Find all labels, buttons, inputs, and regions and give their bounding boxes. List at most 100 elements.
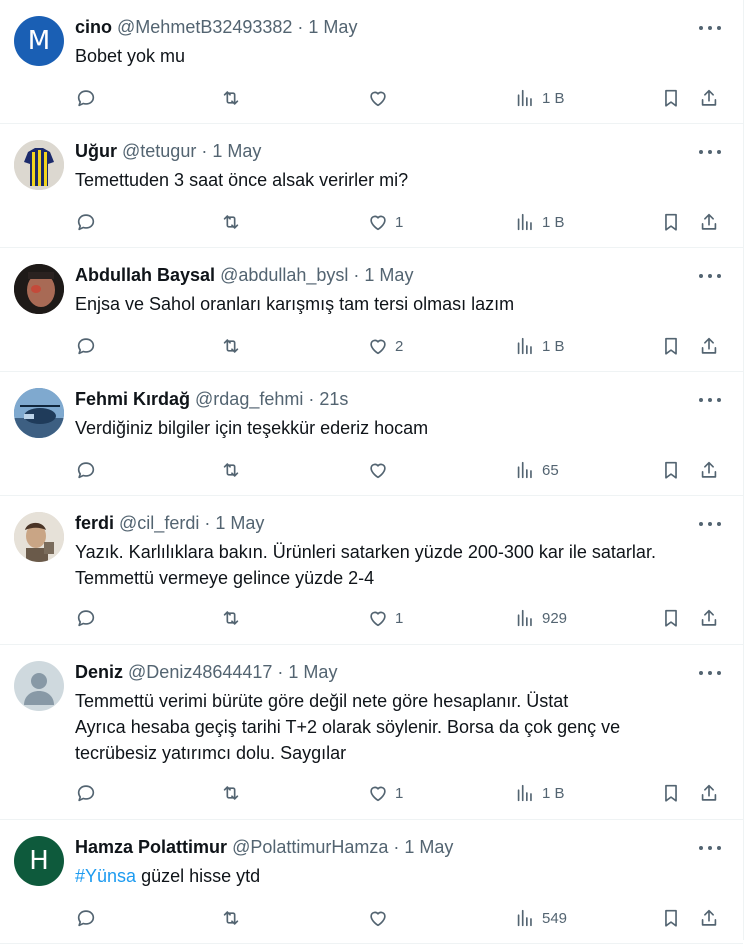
display-name[interactable]: Fehmi Kırdağ xyxy=(75,389,190,409)
more-options-button[interactable] xyxy=(699,390,721,410)
more-options-button[interactable] xyxy=(699,266,721,286)
reply-button[interactable] xyxy=(75,606,97,630)
tweet[interactable]: ferdi @cil_ferdi · 1 May Yazık. Karlılıkl… xyxy=(0,496,743,645)
tweet[interactable]: Abdullah Baysal @abdullah_bysl · 1 May En… xyxy=(0,248,743,372)
bookmark-button[interactable] xyxy=(660,334,682,358)
retweet-button[interactable] xyxy=(220,781,242,805)
tweet[interactable]: Fehmi Kırdağ @rdag_fehmi · 21s Verdiğiniz… xyxy=(0,372,743,496)
like-button[interactable] xyxy=(367,906,395,930)
display-name[interactable]: cino xyxy=(75,17,112,37)
display-name[interactable]: Uğur xyxy=(75,141,117,161)
timestamp[interactable]: 1 May xyxy=(288,662,337,682)
bookmark-button[interactable] xyxy=(660,606,682,630)
retweet-button[interactable] xyxy=(220,606,242,630)
share-button[interactable] xyxy=(698,606,720,630)
share-button[interactable] xyxy=(698,906,720,930)
display-name[interactable]: ferdi xyxy=(75,513,114,533)
user-handle[interactable]: @MehmetB32493382 xyxy=(117,17,292,37)
display-name[interactable]: Abdullah Baysal xyxy=(75,265,215,285)
share-button[interactable] xyxy=(698,86,720,110)
tweet[interactable]: Deniz @Deniz48644417 · 1 May Temmettü ver… xyxy=(0,645,743,820)
views-button[interactable]: 929 xyxy=(514,606,567,630)
like-button[interactable] xyxy=(367,86,395,110)
tweet-header: Uğur @tetugur · 1 May xyxy=(75,140,683,162)
user-handle[interactable]: @cil_ferdi xyxy=(119,513,199,533)
like-button[interactable]: 1 xyxy=(367,210,403,234)
timestamp[interactable]: 1 May xyxy=(215,513,264,533)
more-options-button[interactable] xyxy=(699,838,721,858)
more-options-button[interactable] xyxy=(699,18,721,38)
timestamp[interactable]: 1 May xyxy=(212,141,261,161)
tweet[interactable]: Uğur @tetugur · 1 May Temettuden 3 saat ö… xyxy=(0,124,743,248)
avatar[interactable] xyxy=(14,512,64,562)
avatar[interactable] xyxy=(14,661,64,711)
like-button[interactable]: 2 xyxy=(367,334,403,358)
share-button[interactable] xyxy=(698,458,720,482)
user-handle[interactable]: @Deniz48644417 xyxy=(128,662,272,682)
like-button[interactable]: 1 xyxy=(367,781,403,805)
retweet-button[interactable] xyxy=(220,210,242,234)
timestamp[interactable]: 1 May xyxy=(308,17,357,37)
hashtag-link[interactable]: #Yünsa xyxy=(75,866,136,886)
tweet-header: Abdullah Baysal @abdullah_bysl · 1 May xyxy=(75,264,683,286)
share-button[interactable] xyxy=(698,210,720,234)
reply-button[interactable] xyxy=(75,210,97,234)
like-icon xyxy=(370,91,386,107)
reply-button[interactable] xyxy=(75,334,97,358)
view-count: 1 B xyxy=(542,337,565,355)
timestamp[interactable]: 21s xyxy=(319,389,348,409)
reply-button[interactable] xyxy=(75,781,97,805)
reply-button[interactable] xyxy=(75,86,97,110)
bookmark-button[interactable] xyxy=(660,458,682,482)
views-button[interactable]: 549 xyxy=(514,906,567,930)
reply-button[interactable] xyxy=(75,458,97,482)
reply-button[interactable] xyxy=(75,906,97,930)
views-button[interactable]: 1 B xyxy=(514,210,565,234)
views-button[interactable]: 65 xyxy=(514,458,559,482)
views-button[interactable]: 1 B xyxy=(514,86,565,110)
user-handle[interactable]: @rdag_fehmi xyxy=(195,389,303,409)
retweet-button[interactable] xyxy=(220,86,242,110)
avatar[interactable] xyxy=(14,388,64,438)
bookmark-icon xyxy=(665,213,677,231)
share-button[interactable] xyxy=(698,781,720,805)
more-options-button[interactable] xyxy=(699,663,721,683)
like-icon xyxy=(370,339,386,355)
bookmark-button[interactable] xyxy=(660,906,682,930)
views-button[interactable]: 1 B xyxy=(514,781,565,805)
reply-icon xyxy=(77,785,95,802)
avatar[interactable] xyxy=(14,264,64,314)
tweet-text-content: Bobet yok mu xyxy=(75,46,186,66)
retweet-button[interactable] xyxy=(220,458,242,482)
display-name[interactable]: Deniz xyxy=(75,662,123,682)
more-options-button[interactable] xyxy=(699,142,721,162)
share-icon xyxy=(701,784,717,801)
reply-icon xyxy=(77,462,95,479)
timestamp[interactable]: 1 May xyxy=(404,837,453,857)
user-handle[interactable]: @abdullah_bysl xyxy=(220,265,348,285)
tweet-text-content: Enjsa ve Sahol oranları karışmış tam ter… xyxy=(75,294,515,314)
share-button[interactable] xyxy=(698,334,720,358)
bookmark-button[interactable] xyxy=(660,86,682,110)
timestamp[interactable]: 1 May xyxy=(364,265,413,285)
more-options-button[interactable] xyxy=(699,514,721,534)
bookmark-button[interactable] xyxy=(660,781,682,805)
like-button[interactable] xyxy=(367,458,395,482)
like-button[interactable]: 1 xyxy=(367,606,403,630)
retweet-button[interactable] xyxy=(220,334,242,358)
tweet-header: ferdi @cil_ferdi · 1 May xyxy=(75,512,683,534)
avatar[interactable] xyxy=(14,140,64,190)
retweet-icon xyxy=(223,463,239,477)
tweet[interactable]: Mcino @MehmetB32493382 · 1 May Bobet yok … xyxy=(0,0,743,124)
bookmark-button[interactable] xyxy=(660,210,682,234)
reply-icon xyxy=(77,214,95,231)
user-handle[interactable]: @PolattimurHamza xyxy=(232,837,388,857)
retweet-button[interactable] xyxy=(220,906,242,930)
tweet[interactable]: H Hamza Polattimur @PolattimurHamza · 1 M… xyxy=(0,820,743,944)
avatar[interactable]: H xyxy=(14,836,64,886)
avatar[interactable]: M xyxy=(14,16,64,66)
views-button[interactable]: 1 B xyxy=(514,334,565,358)
views-icon xyxy=(517,213,532,231)
user-handle[interactable]: @tetugur xyxy=(122,141,196,161)
display-name[interactable]: Hamza Polattimur xyxy=(75,837,227,857)
